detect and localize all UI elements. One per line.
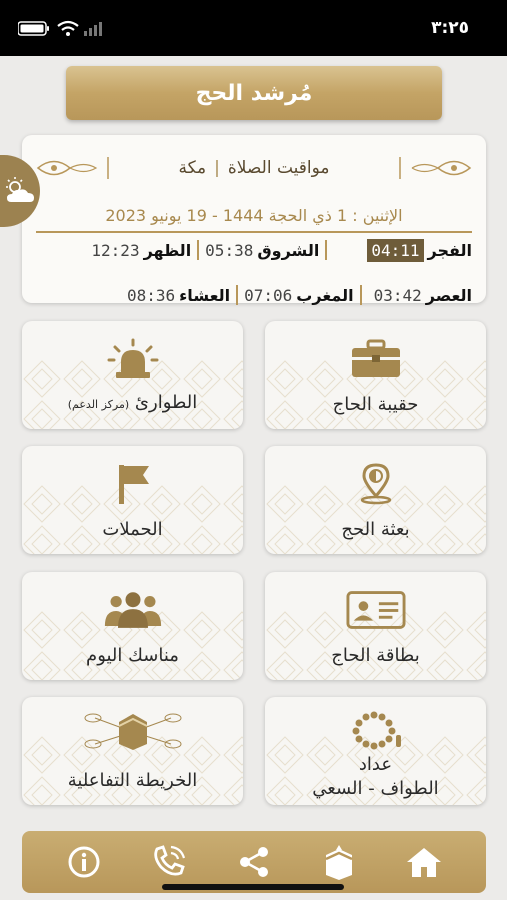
call-button[interactable]	[144, 837, 194, 887]
prayer-times-row: الفجر 04:11 الشروق 05:38 الظهر 12:23	[36, 236, 472, 264]
tile-label: بطاقة الحاج	[331, 645, 420, 666]
prayer-maghrib: المغرب 07:06	[244, 286, 353, 305]
weather-icon	[6, 177, 34, 202]
prayer-time: 05:38	[205, 240, 254, 260]
prayer-name: العشاء	[179, 285, 231, 305]
tile-hajj-bag[interactable]: حقيبة الحاج	[265, 321, 486, 429]
share-button[interactable]	[229, 837, 279, 887]
wifi-icon	[57, 20, 79, 36]
prayer-time: 07:06	[244, 285, 293, 305]
tile-interactive-map[interactable]: الخريطة التفاعلية	[22, 697, 243, 805]
prayer-name: العصر	[425, 285, 472, 305]
prayer-beads-icon	[346, 709, 406, 753]
tile-label: حقيبة الحاج	[332, 394, 419, 415]
status-time: ٣:٢٥	[431, 18, 469, 38]
prayer-times-row: العصر 03:42 المغرب 07:06 العشاء 08:36	[36, 281, 472, 309]
prayer-time: 12:23	[91, 240, 140, 260]
prayer-times-card: مواقيت الصلاة | مكة الإثنين : 1 ذي الحجة…	[22, 135, 486, 305]
tile-campaigns[interactable]: الحملات	[22, 446, 243, 554]
tile-label: الخريطة التفاعلية	[67, 770, 198, 791]
home-indicator	[162, 884, 344, 890]
tile-label-sub: (مركز الدعم)	[67, 398, 130, 411]
time-separator	[236, 285, 239, 305]
briefcase-icon	[346, 337, 406, 381]
group-icon	[103, 588, 163, 632]
siren-icon	[103, 337, 163, 381]
time-separator	[359, 285, 362, 305]
app-title-banner: مُرشد الحج	[66, 66, 442, 120]
tile-label: عداد الطواف - السعي	[265, 753, 486, 801]
tile-label-main: الطوارئ	[134, 392, 198, 413]
status-icons	[17, 20, 108, 40]
header-separator: |	[214, 158, 220, 178]
prayer-isha: العشاء 08:36	[127, 286, 230, 305]
tile-emergency[interactable]: الطوارئ (مركز الدعم)	[22, 321, 243, 429]
phone-icon	[154, 845, 186, 876]
prayer-dhuhr: الظهر 12:23	[91, 241, 191, 260]
kaaba-icon	[325, 845, 353, 880]
tile-tawaf-counter[interactable]: عداد الطواف - السعي	[265, 697, 486, 805]
prayer-name: المغرب	[296, 285, 354, 305]
tile-label-line2: الطواف - السعي	[312, 778, 439, 799]
home-button[interactable]	[399, 837, 449, 887]
tile-label: الحملات	[102, 519, 163, 540]
battery-icon	[17, 21, 49, 36]
tile-label: بعثة الحج	[341, 519, 410, 540]
flag-icon	[103, 462, 163, 506]
tile-daily-rituals[interactable]: مناسك اليوم	[22, 572, 243, 680]
prayer-heading: مواقيت الصلاة	[227, 158, 330, 178]
location-pin-icon	[346, 462, 406, 506]
prayer-time: 08:36	[126, 285, 176, 305]
share-icon	[239, 847, 268, 877]
app-title: مُرشد الحج	[195, 80, 313, 106]
kaaba-map-icon	[78, 709, 188, 753]
home-icon	[406, 848, 441, 877]
info-icon	[68, 846, 100, 878]
kaaba-button[interactable]	[314, 837, 364, 887]
date-line: الإثنين : 1 ذي الحجة 1444 - 19 يونيو 202…	[105, 206, 403, 225]
status-bar: ٣:٢٥	[0, 0, 507, 56]
prayer-card-header: مواقيت الصلاة | مكة	[22, 153, 486, 183]
prayer-time: 03:42	[373, 285, 422, 305]
prayer-fajr: الفجر 04:11	[367, 238, 473, 262]
tile-hajj-mission[interactable]: بعثة الحج	[265, 446, 486, 554]
tile-label: مناسك اليوم	[86, 645, 179, 666]
prayer-name: الشروق	[257, 240, 320, 260]
id-card-icon	[345, 588, 406, 632]
prayer-name: الظهر	[143, 240, 192, 260]
prayer-asr: العصر 03:42	[374, 286, 472, 305]
time-separator	[325, 240, 328, 260]
tile-label-line1: عداد	[358, 754, 393, 775]
signal-icon	[84, 22, 102, 36]
prayer-name: الفجر	[427, 240, 473, 260]
prayer-sunrise: الشروق 05:38	[205, 241, 319, 260]
info-button[interactable]	[59, 837, 109, 887]
prayer-time: 04:11	[367, 238, 424, 262]
time-separator	[197, 240, 200, 260]
city-name: مكة	[178, 158, 207, 178]
tile-hajj-card[interactable]: بطاقة الحاج	[265, 572, 486, 680]
tile-label: الطوارئ (مركز الدعم)	[22, 391, 243, 417]
divider	[36, 231, 472, 233]
